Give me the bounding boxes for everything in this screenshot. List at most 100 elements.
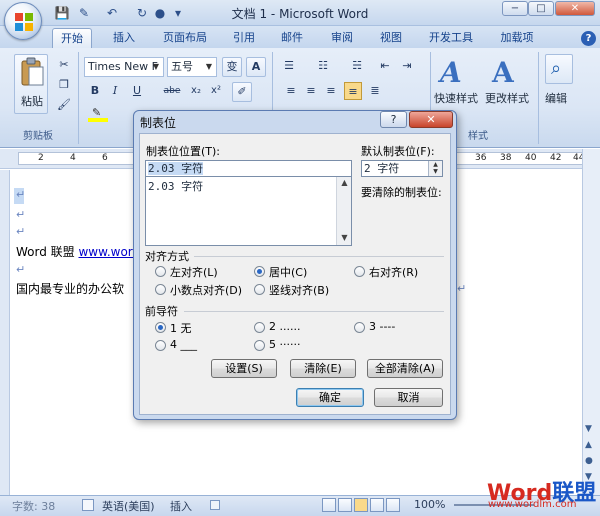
- align-left-radio[interactable]: [155, 266, 166, 277]
- clear-format-icon[interactable]: ✐: [232, 82, 252, 102]
- dialog-help-button[interactable]: ?: [380, 111, 407, 128]
- tab-view[interactable]: 视图: [371, 28, 411, 48]
- multilevel-list-icon[interactable]: ☵: [348, 57, 366, 75]
- prev-page-icon[interactable]: ▲: [585, 440, 592, 450]
- close-button[interactable]: ✕: [555, 1, 595, 16]
- leader-none-label[interactable]: 1 无: [170, 320, 192, 336]
- align-center-radio[interactable]: [254, 266, 265, 277]
- web-layout-icon[interactable]: [354, 498, 368, 512]
- zoom-level[interactable]: 100%: [414, 498, 445, 511]
- leader-underline-radio[interactable]: [155, 340, 166, 351]
- strikethrough-button[interactable]: abe: [160, 82, 184, 100]
- cancel-button[interactable]: 取消: [374, 388, 443, 407]
- italic-button[interactable]: I: [106, 82, 124, 100]
- leader-dots-radio[interactable]: [254, 322, 265, 333]
- quick-styles-label[interactable]: 快速样式: [434, 90, 478, 106]
- font-size-combo[interactable]: 五号 ▼: [167, 57, 217, 77]
- office-button[interactable]: [4, 2, 42, 40]
- align-left-label[interactable]: 左对齐(L): [170, 264, 218, 280]
- change-styles-label[interactable]: 更改样式: [485, 90, 529, 106]
- tab-position-input[interactable]: 2.03 字符: [145, 160, 352, 177]
- leader-section-label: 前导符: [145, 305, 178, 318]
- tab-mailings[interactable]: 邮件: [272, 28, 312, 48]
- align-left-icon[interactable]: ≡: [282, 82, 300, 100]
- tab-home[interactable]: 开始: [52, 28, 92, 48]
- tab-references[interactable]: 引用: [224, 28, 264, 48]
- minimize-button[interactable]: −: [502, 1, 528, 16]
- watermark-url: www.wordlm.com: [488, 499, 577, 510]
- clear-all-button[interactable]: 全部清除(A): [367, 359, 443, 378]
- scroll-up-icon[interactable]: ▲: [337, 178, 352, 187]
- leader-dashes-label[interactable]: 3 ----: [369, 320, 395, 333]
- char-border-button[interactable]: A: [246, 57, 266, 77]
- align-right-icon[interactable]: ≡: [322, 82, 340, 100]
- cut-icon[interactable]: ✂: [55, 56, 73, 74]
- leader-dots-label[interactable]: 2 ......: [269, 320, 300, 333]
- scroll-down-icon[interactable]: ▼: [585, 424, 592, 434]
- word-count[interactable]: 字数: 38: [12, 498, 55, 514]
- align-right-radio[interactable]: [354, 266, 365, 277]
- align-bar-radio[interactable]: [254, 284, 265, 295]
- list-scrollbar[interactable]: ▲ ▼: [336, 177, 351, 245]
- align-center-label[interactable]: 居中(C): [269, 264, 307, 280]
- leader-middot-radio[interactable]: [254, 340, 265, 351]
- print-layout-icon[interactable]: [322, 498, 336, 512]
- tab-developer[interactable]: 开发工具: [424, 28, 478, 48]
- underline-button[interactable]: U: [128, 82, 146, 100]
- bullets-icon[interactable]: ☰: [280, 57, 298, 75]
- insert-mode-status[interactable]: 插入: [170, 498, 192, 514]
- set-button[interactable]: 设置(S): [211, 359, 277, 378]
- quick-styles-icon[interactable]: A: [440, 56, 472, 89]
- default-tab-stepper[interactable]: ▲ ▼: [428, 161, 442, 176]
- paste-button[interactable]: 粘贴: [14, 54, 48, 114]
- draft-view-icon[interactable]: [386, 498, 400, 512]
- scroll-down-icon[interactable]: ▼: [337, 233, 352, 242]
- outline-view-icon[interactable]: [370, 498, 384, 512]
- copy-icon[interactable]: ❐: [55, 76, 73, 94]
- numbering-icon[interactable]: ☷: [314, 57, 332, 75]
- macro-record-icon[interactable]: [210, 500, 220, 510]
- leader-dashes-radio[interactable]: [354, 322, 365, 333]
- font-name-combo[interactable]: Times New F ▼: [84, 57, 164, 77]
- editing-label[interactable]: 编辑: [545, 90, 567, 106]
- vertical-ruler: [0, 170, 10, 495]
- justify-icon[interactable]: ≡: [344, 82, 362, 100]
- editing-button[interactable]: ⌕: [545, 54, 573, 84]
- superscript-button[interactable]: x²: [206, 82, 226, 100]
- wen-button[interactable]: 变: [222, 57, 242, 77]
- maximize-button[interactable]: □: [528, 1, 554, 16]
- change-styles-icon[interactable]: A: [492, 56, 524, 89]
- highlight-icon[interactable]: ✎: [86, 106, 112, 124]
- tab-addins[interactable]: 加载项: [494, 28, 540, 48]
- dialog-close-button[interactable]: ✕: [409, 111, 453, 128]
- ok-button[interactable]: 确定: [296, 388, 364, 407]
- tab-insert[interactable]: 插入: [104, 28, 144, 48]
- leader-none-radio[interactable]: [155, 322, 166, 333]
- align-decimal-radio[interactable]: [155, 284, 166, 295]
- doc-line-word-union[interactable]: Word 联盟 www.word: [16, 243, 140, 260]
- leader-underline-label[interactable]: 4 ___: [170, 338, 197, 351]
- full-screen-reading-icon[interactable]: [338, 498, 352, 512]
- increase-indent-icon[interactable]: ⇥: [398, 57, 416, 75]
- clipboard-group-label: 剪贴板: [23, 131, 53, 142]
- tab-page-layout[interactable]: 页面布局: [156, 28, 214, 48]
- proofing-icon[interactable]: [82, 499, 94, 511]
- align-decimal-label[interactable]: 小数点对齐(D): [170, 282, 242, 298]
- language-status[interactable]: 英语(美国): [102, 498, 155, 514]
- format-painter-icon[interactable]: 🖌: [55, 96, 73, 114]
- distribute-icon[interactable]: ≣: [366, 82, 384, 100]
- align-center-icon[interactable]: ≡: [302, 82, 320, 100]
- bold-button[interactable]: B: [86, 82, 104, 100]
- list-item[interactable]: 2.03 字符: [148, 178, 203, 194]
- align-bar-label[interactable]: 竖线对齐(B): [269, 282, 329, 298]
- align-right-label[interactable]: 右对齐(R): [369, 264, 418, 280]
- help-icon[interactable]: ?: [581, 31, 596, 46]
- doc-line-office[interactable]: 国内最专业的办公软: [16, 280, 124, 297]
- leader-middot-label[interactable]: 5 ······: [269, 338, 300, 351]
- doc-hyperlink[interactable]: www.word: [78, 245, 140, 259]
- tab-review[interactable]: 审阅: [322, 28, 362, 48]
- clear-button[interactable]: 清除(E): [290, 359, 356, 378]
- subscript-button[interactable]: x₂: [186, 82, 206, 100]
- decrease-indent-icon[interactable]: ⇤: [376, 57, 394, 75]
- browse-object-icon[interactable]: ●: [585, 456, 593, 466]
